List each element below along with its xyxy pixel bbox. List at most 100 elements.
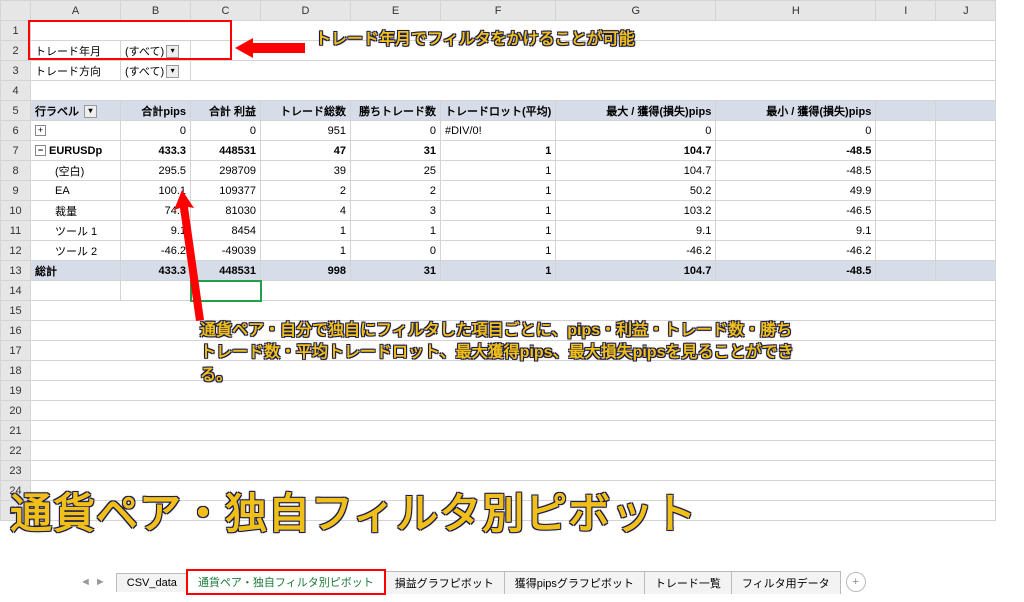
cell[interactable] [31, 401, 996, 421]
col-I[interactable]: I [876, 1, 936, 21]
hdr-mingain[interactable]: 最小 / 獲得(損失)pips [716, 101, 876, 121]
col-B[interactable]: B [121, 1, 191, 21]
col-D[interactable]: D [261, 1, 351, 21]
cell[interactable]: -46.5 [716, 201, 876, 221]
cell[interactable]: 100.1 [121, 181, 191, 201]
row-expand[interactable]: + [31, 121, 121, 141]
row-7[interactable]: 7 [1, 141, 31, 161]
row-23[interactable]: 23 [1, 461, 31, 481]
cell[interactable]: 2 [261, 181, 351, 201]
cell[interactable] [936, 241, 996, 261]
hdr-maxgain[interactable]: 最大 / 獲得(損失)pips [556, 101, 716, 121]
row-9[interactable]: 9 [1, 181, 31, 201]
row-13[interactable]: 13 [1, 261, 31, 281]
sheet-tab-filter-data[interactable]: フィルタ用データ [731, 571, 841, 594]
cell[interactable]: 49.9 [716, 181, 876, 201]
cell[interactable]: 448531 [191, 141, 261, 161]
cell[interactable] [936, 101, 996, 121]
dropdown-icon[interactable] [166, 65, 179, 78]
cell[interactable]: 0 [351, 241, 441, 261]
cell[interactable]: 9.1 [716, 221, 876, 241]
cell[interactable] [191, 61, 996, 81]
cell[interactable]: -48.5 [716, 161, 876, 181]
filter-value-trade-month[interactable]: (すべて) [121, 41, 191, 61]
cell[interactable]: 8454 [191, 221, 261, 241]
row-2[interactable]: 2 [1, 41, 31, 61]
hdr-pips[interactable]: 合計pips [121, 101, 191, 121]
row-25[interactable]: 25 [1, 501, 31, 521]
cell[interactable]: 31 [351, 141, 441, 161]
cell[interactable]: 103.2 [556, 201, 716, 221]
cell[interactable] [191, 41, 996, 61]
col-C[interactable]: C [191, 1, 261, 21]
cell[interactable] [31, 481, 996, 501]
cell[interactable]: 3 [351, 201, 441, 221]
row-6[interactable]: 6 [1, 121, 31, 141]
cell[interactable]: 433.3 [121, 141, 191, 161]
col-F[interactable]: F [441, 1, 556, 21]
cell[interactable]: 1 [441, 161, 556, 181]
cell[interactable] [876, 121, 936, 141]
cell[interactable]: 1 [441, 181, 556, 201]
cell[interactable] [876, 141, 936, 161]
cell[interactable] [876, 201, 936, 221]
select-all-cell[interactable] [1, 1, 31, 21]
cell[interactable]: 998 [261, 261, 351, 281]
cell[interactable]: 0 [191, 121, 261, 141]
cell[interactable]: 31 [351, 261, 441, 281]
cell[interactable]: 104.7 [556, 161, 716, 181]
cell[interactable]: 50.2 [556, 181, 716, 201]
cell[interactable]: 47 [261, 141, 351, 161]
row-15[interactable]: 15 [1, 301, 31, 321]
row-8[interactable]: 8 [1, 161, 31, 181]
cell[interactable]: 104.7 [556, 141, 716, 161]
cell[interactable] [261, 281, 996, 301]
hdr-lot[interactable]: トレードロット(平均) [441, 101, 556, 121]
cell[interactable] [31, 501, 996, 521]
cell[interactable]: 448531 [191, 261, 261, 281]
row-1[interactable]: 1 [1, 21, 31, 41]
row-22[interactable]: 22 [1, 441, 31, 461]
cell[interactable] [121, 281, 191, 301]
cell[interactable]: 9.1 [121, 221, 191, 241]
minus-icon[interactable]: − [35, 145, 46, 156]
cell[interactable] [936, 221, 996, 241]
sheet-tab-csv[interactable]: CSV_data [116, 573, 188, 592]
cell[interactable] [31, 381, 996, 401]
cell[interactable] [876, 101, 936, 121]
cell[interactable] [876, 161, 936, 181]
cell[interactable] [936, 201, 996, 221]
cell[interactable] [31, 441, 996, 461]
cell[interactable]: -48.5 [716, 261, 876, 281]
row-20[interactable]: 20 [1, 401, 31, 421]
cell[interactable] [936, 181, 996, 201]
cell[interactable]: 109377 [191, 181, 261, 201]
row-16[interactable]: 16 [1, 321, 31, 341]
cell[interactable] [936, 141, 996, 161]
row-10[interactable]: 10 [1, 201, 31, 221]
row-11[interactable]: 11 [1, 221, 31, 241]
cell[interactable] [31, 341, 996, 361]
group-label[interactable]: −EURUSDp [31, 141, 121, 161]
dropdown-icon[interactable] [84, 105, 97, 118]
cell[interactable]: 0 [121, 121, 191, 141]
item-label[interactable]: ツール 2 [31, 241, 121, 261]
tab-nav-first-icon[interactable]: ◄ [80, 576, 91, 588]
row-18[interactable]: 18 [1, 361, 31, 381]
col-G[interactable]: G [556, 1, 716, 21]
item-label[interactable]: EA [31, 181, 121, 201]
active-cell[interactable] [191, 281, 261, 301]
cell[interactable]: 1 [441, 241, 556, 261]
cell[interactable] [876, 261, 936, 281]
cell[interactable]: #DIV/0! [441, 121, 556, 141]
cell[interactable]: 1 [351, 221, 441, 241]
cell[interactable] [876, 181, 936, 201]
col-J[interactable]: J [936, 1, 996, 21]
cell[interactable]: 1 [441, 221, 556, 241]
row-21[interactable]: 21 [1, 421, 31, 441]
hdr-trades[interactable]: トレード総数 [261, 101, 351, 121]
cell[interactable]: 104.7 [556, 261, 716, 281]
cell[interactable]: -46.2 [716, 241, 876, 261]
col-H[interactable]: H [716, 1, 876, 21]
cell[interactable]: 1 [441, 141, 556, 161]
